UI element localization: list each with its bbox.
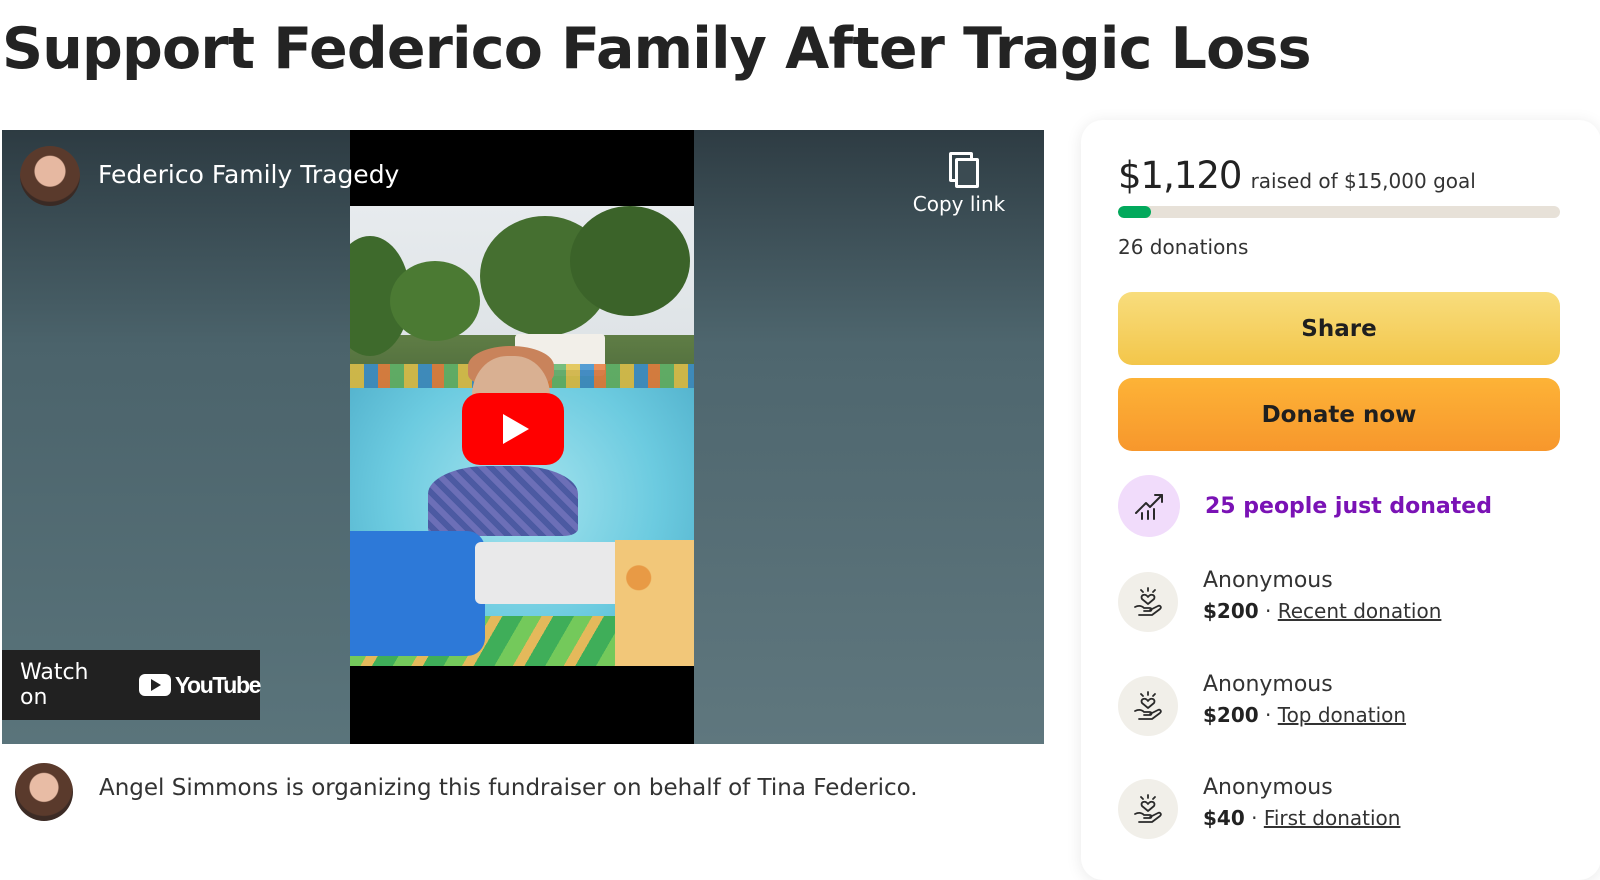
donor-separator: · — [1258, 703, 1278, 727]
video-title[interactable]: Federico Family Tragedy — [98, 160, 399, 189]
copy-link-button[interactable]: Copy link — [904, 150, 1014, 216]
heart-hand-icon — [1118, 572, 1178, 632]
organizer-text: Angel Simmons is organizing this fundrai… — [99, 775, 918, 801]
copy-icon — [941, 150, 979, 188]
donor-item: Anonymous $200 · Recent donation — [1118, 568, 1441, 632]
goal-text: raised of $15,000 goal — [1250, 169, 1476, 193]
video-blur-right — [692, 130, 1044, 744]
donate-now-button[interactable]: Donate now — [1118, 378, 1560, 451]
donor-amount: $200 — [1203, 703, 1259, 727]
trending-chart-icon — [1118, 475, 1180, 537]
share-button[interactable]: Share — [1118, 292, 1560, 365]
play-icon — [503, 414, 529, 444]
donor-name: Anonymous — [1203, 672, 1333, 697]
trend-text: 25 people just donated — [1205, 493, 1492, 519]
progress-bar — [1118, 206, 1560, 218]
heart-hand-icon — [1118, 779, 1178, 839]
youtube-wordmark: YouTube — [174, 671, 262, 698]
donor-tag-link[interactable]: First donation — [1264, 806, 1401, 830]
recent-donations-banner[interactable]: 25 people just donated — [1118, 475, 1492, 537]
donations-count: 26 donations — [1118, 235, 1249, 259]
donor-amount: $40 — [1203, 806, 1245, 830]
channel-avatar[interactable] — [20, 146, 80, 206]
watch-on-youtube-button[interactable]: Watch on YouTube — [2, 650, 262, 720]
donor-item: Anonymous $200 · Top donation — [1118, 672, 1406, 736]
video-embed[interactable]: Federico Family Tragedy Copy link Watch … — [2, 130, 1044, 744]
donor-name: Anonymous — [1203, 568, 1333, 593]
progress-fill — [1118, 206, 1152, 218]
donation-card: $1,120 raised of $15,000 goal 26 donatio… — [1081, 120, 1600, 880]
donor-name: Anonymous — [1203, 775, 1333, 800]
donor-tag-link[interactable]: Top donation — [1278, 703, 1406, 727]
raised-amount: $1,120 — [1118, 154, 1242, 197]
donor-separator: · — [1258, 599, 1278, 623]
page-title: Support Federico Family After Tragic Los… — [2, 16, 1312, 82]
play-button[interactable] — [462, 393, 564, 465]
donor-tag-link[interactable]: Recent donation — [1278, 599, 1442, 623]
youtube-logo-icon: YouTube — [138, 671, 262, 699]
donor-separator: · — [1244, 806, 1264, 830]
raised-summary: $1,120 raised of $15,000 goal — [1118, 154, 1476, 197]
heart-hand-icon — [1118, 676, 1178, 736]
organizer-avatar[interactable] — [15, 763, 73, 821]
donor-amount: $200 — [1203, 599, 1259, 623]
donor-item: Anonymous $40 · First donation — [1118, 775, 1400, 839]
watch-on-label: Watch on — [20, 660, 89, 710]
copy-link-label: Copy link — [912, 192, 1006, 216]
